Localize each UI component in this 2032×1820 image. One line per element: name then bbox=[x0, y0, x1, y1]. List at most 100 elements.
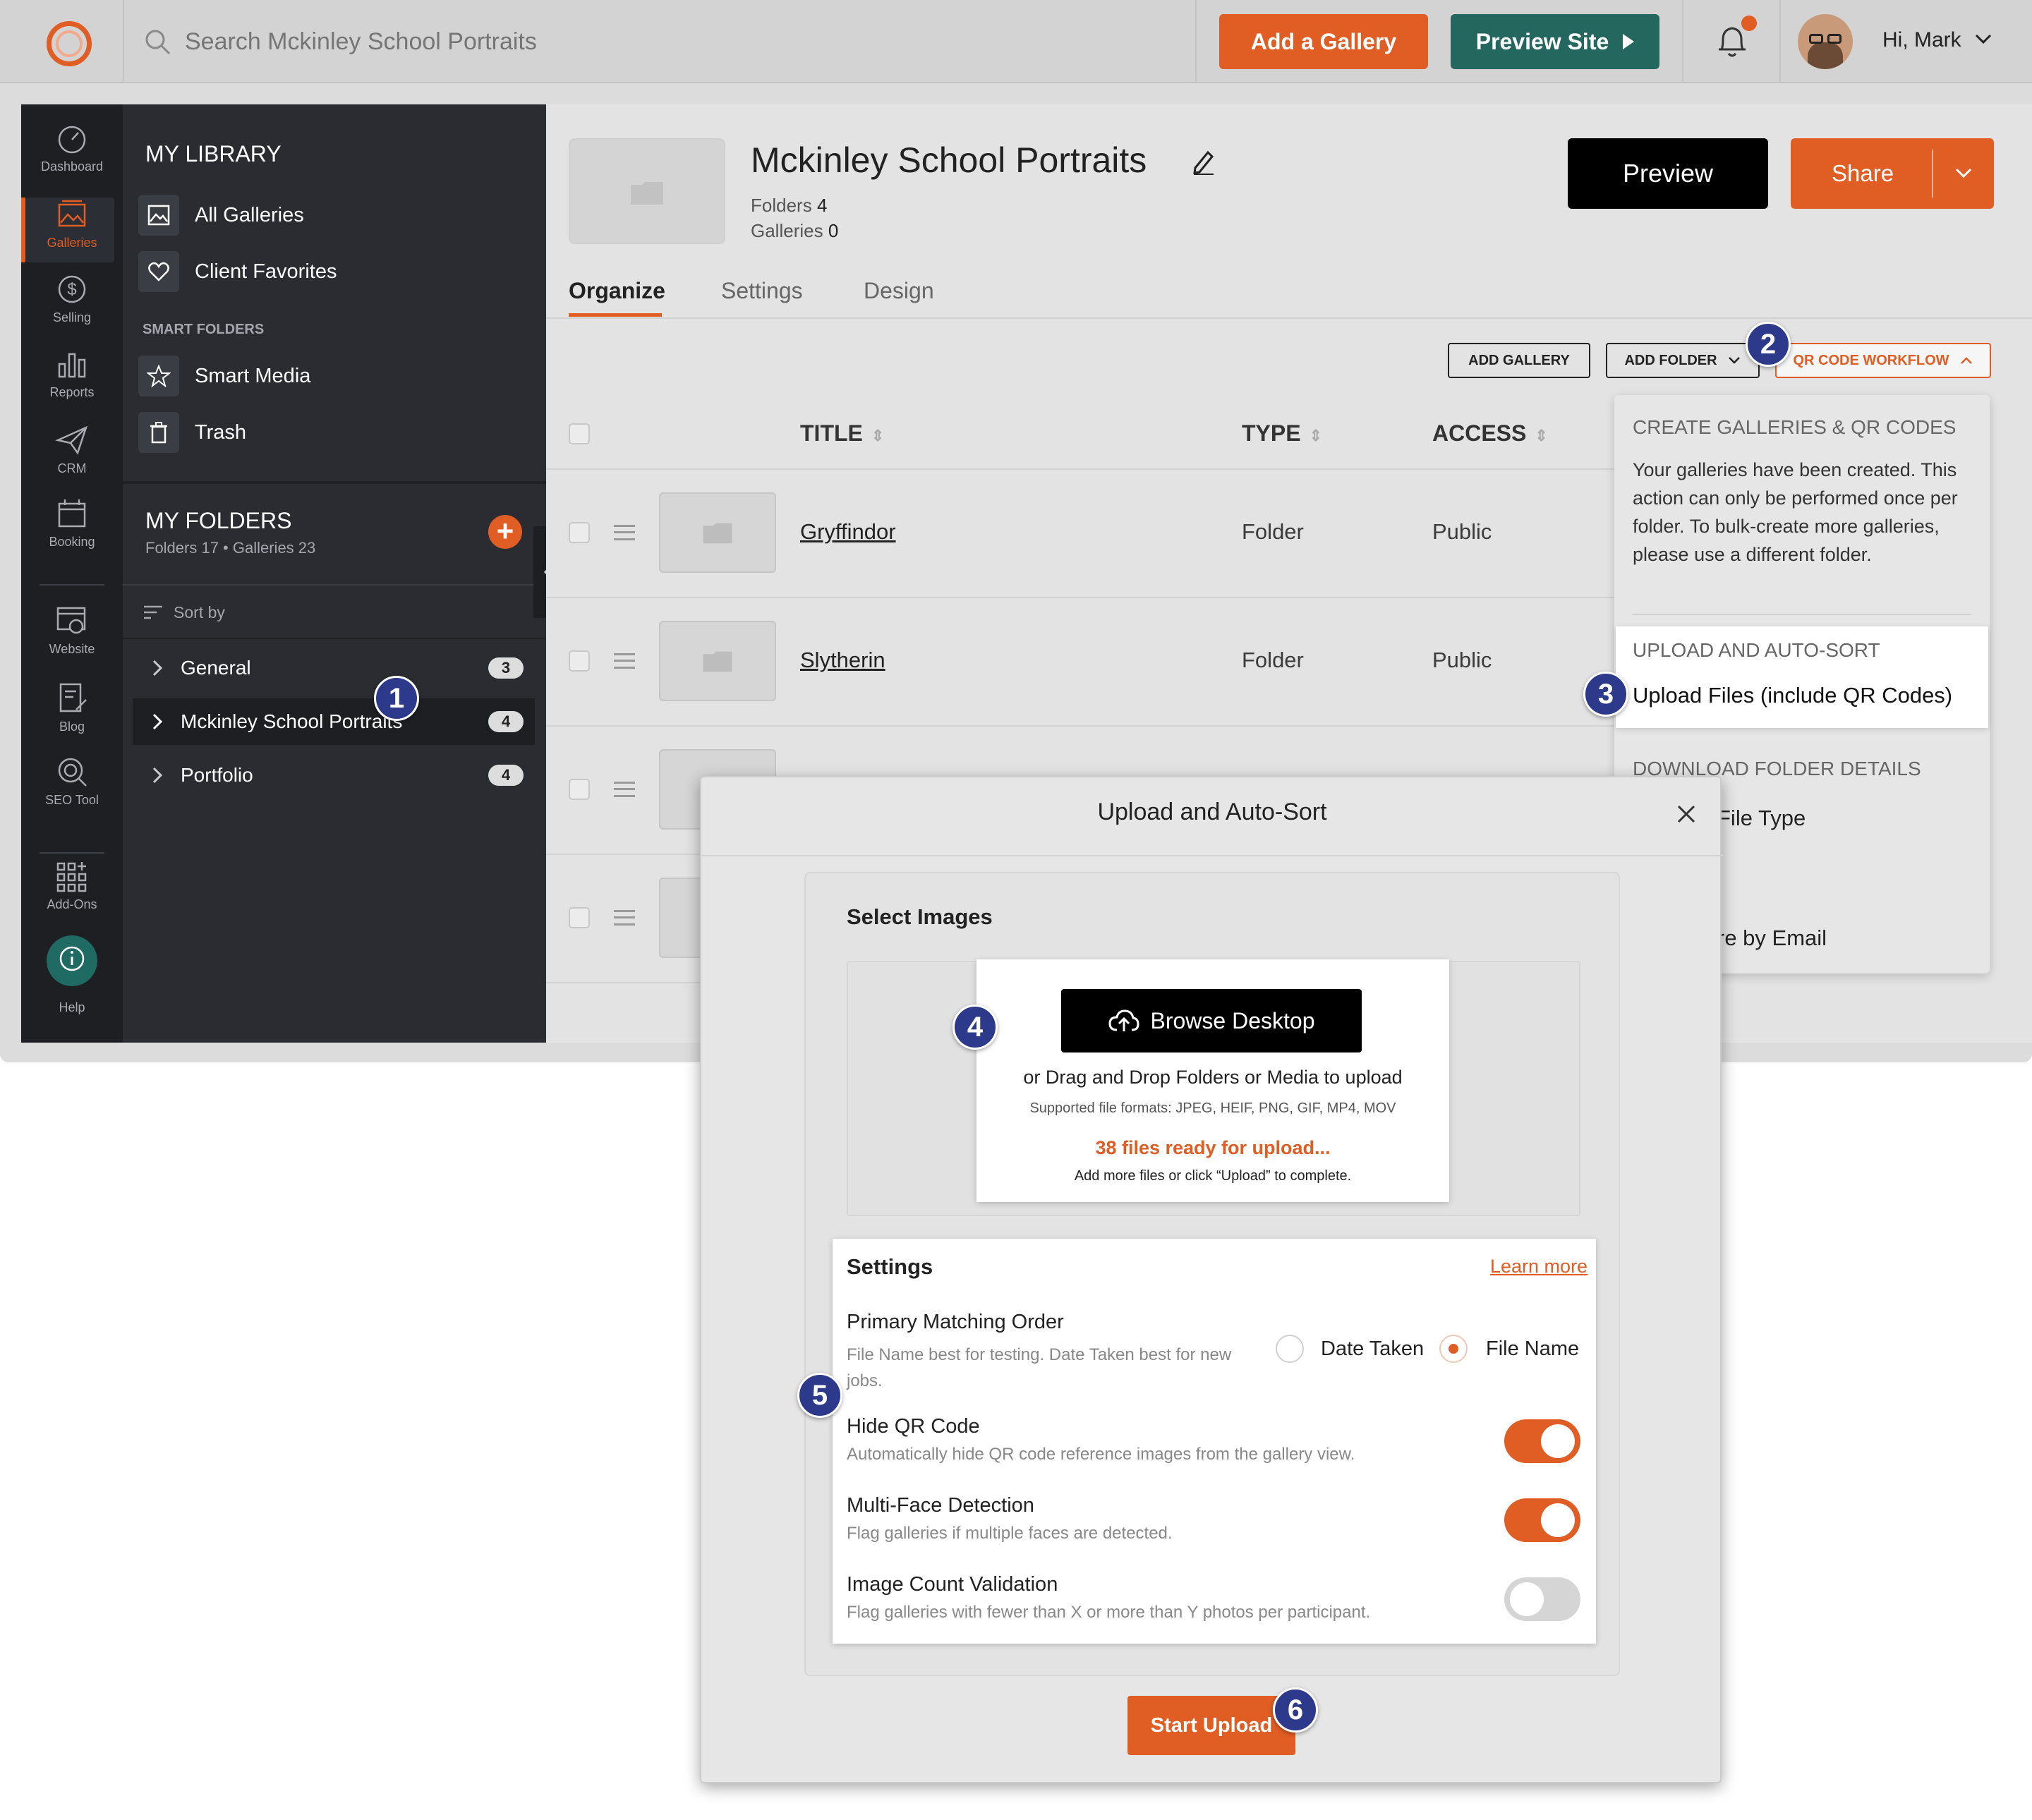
client-favorites-label: Client Favorites bbox=[195, 260, 337, 283]
learn-more-link[interactable]: Learn more bbox=[1490, 1256, 1588, 1278]
row-checkbox[interactable] bbox=[569, 522, 590, 543]
search-input[interactable] bbox=[185, 21, 1173, 62]
select-all-checkbox[interactable] bbox=[569, 423, 590, 444]
column-access[interactable]: ACCESS ⇕ bbox=[1432, 420, 1548, 447]
drag-handle-icon[interactable] bbox=[614, 782, 635, 797]
table-row[interactable]: Slytherin Folder Public bbox=[546, 598, 1619, 727]
add-folder-label: ADD FOLDER bbox=[1624, 352, 1717, 368]
row-checkbox[interactable] bbox=[569, 650, 590, 672]
select-images-heading: Select Images bbox=[847, 904, 993, 929]
hide-qr-code-subtitle: Automatically hide QR code reference ima… bbox=[847, 1445, 1355, 1464]
rail-item-dashboard[interactable]: Dashboard bbox=[21, 121, 123, 174]
rail-item-crm[interactable]: CRM bbox=[21, 423, 123, 476]
row-title-link[interactable]: Slytherin bbox=[800, 648, 885, 673]
galleries-count-label: Galleries 0 bbox=[751, 220, 839, 241]
table-row[interactable]: Gryffindor Folder Public bbox=[546, 470, 1619, 598]
close-icon[interactable] bbox=[1676, 804, 1696, 824]
search-icon bbox=[145, 30, 171, 55]
folder-label: Mckinley School Portraits bbox=[181, 710, 403, 732]
folder-cover-thumbnail[interactable] bbox=[569, 138, 725, 244]
pencil-icon[interactable] bbox=[1191, 148, 1216, 175]
file-type-menu-item[interactable]: File Type bbox=[1717, 806, 1806, 831]
row-checkbox[interactable] bbox=[569, 907, 590, 928]
rail-item-website[interactable]: Website bbox=[21, 604, 123, 657]
rail-label: Blog bbox=[59, 720, 85, 734]
date-taken-label[interactable]: Date Taken bbox=[1321, 1337, 1424, 1361]
upload-files-menu-item[interactable]: Upload Files (include QR Codes) bbox=[1633, 683, 1952, 708]
drag-handle-icon[interactable] bbox=[614, 653, 635, 669]
drag-handle-icon[interactable] bbox=[614, 525, 635, 540]
row-thumbnail[interactable] bbox=[659, 621, 776, 701]
row-thumbnail[interactable] bbox=[659, 492, 776, 573]
avatar[interactable] bbox=[1798, 14, 1853, 69]
tab-organize[interactable]: Organize bbox=[569, 278, 665, 304]
add-gallery-toolbar-button[interactable]: ADD GALLERY bbox=[1448, 343, 1590, 378]
share-by-email-menu-item[interactable]: re by Email bbox=[1717, 926, 1827, 951]
rail-item-add-ons[interactable]: Add-Ons bbox=[21, 859, 123, 912]
all-galleries-item[interactable]: All Galleries bbox=[138, 193, 304, 237]
add-ons-icon bbox=[56, 862, 87, 892]
browse-desktop-button[interactable]: Browse Desktop bbox=[1061, 989, 1362, 1052]
divider bbox=[1195, 0, 1197, 83]
add-more-files-text: Add more files or click “Upload” to comp… bbox=[1074, 1168, 1352, 1184]
rail-item-selling[interactable]: $ Selling bbox=[21, 272, 123, 325]
chevron-down-icon[interactable] bbox=[1974, 32, 1992, 45]
qr-code-workflow-button[interactable]: QR CODE WORKFLOW bbox=[1775, 343, 1991, 378]
date-taken-radio[interactable] bbox=[1276, 1335, 1304, 1363]
share-label: Share bbox=[1832, 160, 1894, 186]
image-count-validation-subtitle: Flag galleries with fewer than X or more… bbox=[847, 1603, 1371, 1622]
rail-item-reports[interactable]: Reports bbox=[21, 347, 123, 400]
rail-item-galleries[interactable]: Galleries bbox=[21, 198, 123, 250]
sort-by-label: Sort by bbox=[174, 602, 225, 621]
rail-label: Dashboard bbox=[40, 159, 104, 174]
rail-item-booking[interactable]: Booking bbox=[21, 497, 123, 550]
folder-item-portfolio[interactable]: Portfolio 4 bbox=[133, 752, 535, 799]
step-badge-3: 3 bbox=[1583, 672, 1628, 717]
notification-dot bbox=[1741, 16, 1757, 31]
multi-face-detection-toggle[interactable] bbox=[1504, 1498, 1580, 1542]
drag-handle-icon[interactable] bbox=[614, 910, 635, 926]
start-upload-button[interactable]: Start Upload bbox=[1127, 1696, 1295, 1755]
star-icon bbox=[138, 356, 179, 396]
smart-media-item[interactable]: Smart Media bbox=[138, 354, 310, 398]
rail-item-help[interactable]: Help bbox=[21, 935, 123, 1015]
row-title-link[interactable]: Gryffindor bbox=[800, 519, 896, 545]
top-bar: Add a Gallery Preview Site Hi, Mark bbox=[0, 0, 2032, 83]
add-gallery-button[interactable]: Add a Gallery bbox=[1219, 14, 1428, 69]
hide-qr-code-toggle[interactable] bbox=[1504, 1419, 1580, 1463]
row-access: Public bbox=[1432, 648, 1492, 672]
chevron-down-icon bbox=[1728, 357, 1740, 364]
preview-button[interactable]: Preview bbox=[1568, 138, 1768, 209]
step-badge-1: 1 bbox=[374, 676, 419, 721]
rail-item-blog[interactable]: Blog bbox=[21, 681, 123, 734]
client-favorites-item[interactable]: Client Favorites bbox=[138, 250, 337, 293]
folder-item-mckinley[interactable]: Mckinley School Portraits 4 bbox=[133, 698, 535, 745]
sort-by[interactable]: Sort by bbox=[143, 594, 225, 631]
divider bbox=[1633, 614, 1971, 615]
row-type: Folder bbox=[1242, 519, 1304, 544]
divider bbox=[1932, 150, 1933, 198]
rail-item-seo-tool[interactable]: SEO Tool bbox=[21, 755, 123, 808]
rail-label: Website bbox=[49, 642, 95, 656]
trash-icon bbox=[138, 412, 179, 453]
row-checkbox[interactable] bbox=[569, 779, 590, 800]
create-galleries-text: Your galleries have been created. This a… bbox=[1633, 459, 1958, 565]
file-name-radio[interactable] bbox=[1439, 1335, 1468, 1363]
logo-icon[interactable] bbox=[47, 21, 92, 66]
preview-site-button[interactable]: Preview Site bbox=[1451, 14, 1659, 69]
user-greeting[interactable]: Hi, Mark bbox=[1882, 28, 1961, 52]
settings-card: Settings Learn more Primary Matching Ord… bbox=[833, 1239, 1596, 1644]
image-count-validation-toggle[interactable] bbox=[1504, 1577, 1580, 1621]
share-button[interactable]: Share bbox=[1791, 138, 1994, 209]
add-folder-icon[interactable]: + bbox=[488, 515, 522, 549]
trash-item[interactable]: Trash bbox=[138, 411, 246, 454]
folder-item-general[interactable]: General 3 bbox=[133, 645, 535, 691]
add-folder-toolbar-button[interactable]: ADD FOLDER bbox=[1606, 343, 1760, 378]
column-type[interactable]: TYPE ⇕ bbox=[1242, 420, 1322, 447]
tab-settings[interactable]: Settings bbox=[721, 278, 803, 304]
hide-qr-code-title: Hide QR Code bbox=[847, 1415, 980, 1438]
file-name-label[interactable]: File Name bbox=[1486, 1337, 1579, 1361]
library-sidebar: MY LIBRARY All Galleries Client Favorite… bbox=[123, 104, 546, 1043]
column-title[interactable]: TITLE ⇕ bbox=[800, 420, 884, 447]
tab-design[interactable]: Design bbox=[864, 278, 934, 304]
